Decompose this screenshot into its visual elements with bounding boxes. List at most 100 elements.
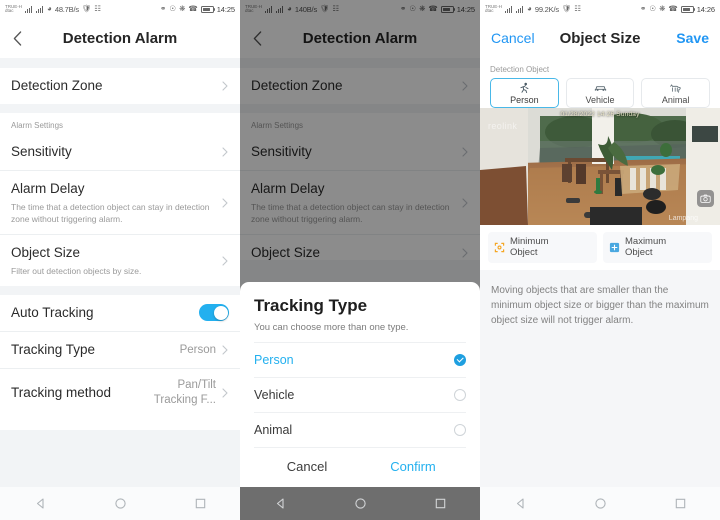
min-box-icon bbox=[494, 242, 505, 253]
object-size-note: Moving objects that are smaller than the… bbox=[480, 269, 720, 341]
spacer bbox=[0, 104, 240, 114]
camera-brand-logo: reolink bbox=[488, 121, 518, 131]
row-object-size[interactable]: Object Size Filter out detection objects… bbox=[0, 235, 240, 286]
radio-checked-icon[interactable] bbox=[454, 354, 466, 366]
row-title: Tracking Type bbox=[11, 342, 96, 358]
confirm-button[interactable]: Confirm bbox=[360, 459, 466, 474]
option-label: Person bbox=[254, 353, 294, 367]
recents-square-icon[interactable] bbox=[434, 497, 447, 510]
tracking-type-sheet: Tracking Type You can choose more than o… bbox=[240, 282, 480, 487]
max-box-icon bbox=[609, 242, 620, 253]
auto-tracking-toggle[interactable] bbox=[199, 304, 229, 322]
carrier-label: TRUE-H dtac bbox=[5, 3, 22, 13]
signal-alt-icon: ☷ bbox=[94, 4, 102, 14]
phone-icon: ☎ bbox=[668, 4, 678, 14]
status-bar: TRUE-H dtac ◕ 48.7B/s 🛡 ☷ ⚭ ☉ ❋ ☎ 14:25 bbox=[0, 0, 240, 18]
chevron-right-icon bbox=[220, 81, 229, 91]
row-sensitivity[interactable]: Sensitivity bbox=[0, 134, 240, 172]
row-alarm-delay[interactable]: Alarm Delay The time that a detection ob… bbox=[0, 171, 240, 236]
chevron-right-icon bbox=[220, 147, 229, 157]
recents-square-icon[interactable] bbox=[194, 497, 207, 510]
panel-tracking-type-sheet: TRUE-H dtac ◕ 140B/s 🛡 ☷ ⚭ ☉ ❋ ☎ 14:25 D… bbox=[240, 0, 480, 520]
carrier-label: TRUE-H dtac bbox=[485, 3, 502, 13]
object-size-body: Detection Object Person Vehicle Animal 0… bbox=[480, 58, 720, 487]
network-speed-label: 99.2K/s bbox=[534, 4, 559, 14]
home-circle-icon[interactable] bbox=[594, 497, 607, 510]
signal-alt-icon: ☷ bbox=[574, 4, 582, 14]
status-bar: TRUE-H dtac ◕ 99.2K/s 🛡 ☷ ⚭ ☉ ❋ ☎ 14:26 bbox=[480, 0, 720, 18]
row-value: Pan/Tilt Tracking F... bbox=[153, 379, 216, 406]
phone-icon: ☎ bbox=[188, 4, 198, 14]
row-subtitle: The time that a detection object can sta… bbox=[11, 201, 210, 224]
back-triangle-icon[interactable] bbox=[514, 497, 527, 510]
key-icon: ⚭ bbox=[640, 4, 647, 14]
camera-icon[interactable] bbox=[697, 190, 714, 207]
minimum-object-tab[interactable]: Minimum Object bbox=[488, 232, 597, 263]
option-person[interactable]: Person bbox=[254, 342, 466, 377]
maximum-object-tab[interactable]: Maximum Object bbox=[603, 232, 712, 263]
option-label: Animal bbox=[254, 423, 293, 437]
back-triangle-icon[interactable] bbox=[34, 497, 47, 510]
android-nav-bar bbox=[240, 487, 480, 520]
sheet-actions: Cancel Confirm bbox=[254, 447, 466, 487]
panel-detection-alarm: TRUE-H dtac ◕ 48.7B/s 🛡 ☷ ⚭ ☉ ❋ ☎ 14:25 bbox=[0, 0, 240, 520]
spacer bbox=[0, 58, 240, 68]
spacer bbox=[0, 430, 240, 487]
row-title: Detection Zone bbox=[11, 78, 103, 93]
dog-icon bbox=[669, 81, 682, 94]
size-tabs: Minimum Object Maximum Object bbox=[480, 225, 720, 270]
option-vehicle[interactable]: Vehicle bbox=[254, 377, 466, 412]
signal-bars-icon bbox=[25, 5, 33, 13]
row-title: Sensitivity bbox=[11, 144, 72, 160]
sheet-title: Tracking Type bbox=[254, 296, 368, 315]
radio-unchecked-icon[interactable] bbox=[454, 389, 466, 401]
signal-bars-icon bbox=[505, 5, 513, 13]
bluetooth-icon: ❋ bbox=[659, 4, 666, 14]
option-label: Vehicle bbox=[254, 388, 295, 402]
screenshot-strip: TRUE-H dtac ◕ 48.7B/s 🛡 ☷ ⚭ ☉ ❋ ☎ 14:25 bbox=[0, 0, 720, 520]
nav-header: Detection Alarm bbox=[0, 18, 240, 58]
object-card-vehicle[interactable]: Vehicle bbox=[565, 78, 635, 108]
row-tracking-type[interactable]: Tracking Type Person bbox=[0, 332, 240, 370]
object-card-person[interactable]: Person bbox=[490, 78, 559, 108]
chevron-right-icon bbox=[220, 198, 229, 208]
network-speed-label: 48.7B/s bbox=[54, 4, 79, 14]
option-animal[interactable]: Animal bbox=[254, 412, 466, 447]
chevron-left-icon bbox=[13, 30, 21, 46]
shield-icon: 🛡 bbox=[81, 4, 92, 14]
key-icon: ⚭ bbox=[160, 4, 167, 14]
row-tracking-method[interactable]: Tracking method Pan/Tilt Tracking F... bbox=[0, 369, 240, 416]
car-icon bbox=[594, 81, 607, 94]
row-title: Auto Tracking bbox=[11, 304, 94, 320]
chevron-right-icon bbox=[220, 388, 229, 398]
recents-square-icon[interactable] bbox=[674, 497, 687, 510]
object-card-animal[interactable]: Animal bbox=[641, 78, 711, 108]
home-circle-icon[interactable] bbox=[114, 497, 127, 510]
android-nav-bar bbox=[480, 487, 720, 520]
cancel-button[interactable]: Cancel bbox=[254, 459, 360, 474]
row-title: Object Size bbox=[11, 245, 81, 261]
signal-bars-icon-2 bbox=[516, 5, 524, 13]
row-detection-zone[interactable]: Detection Zone bbox=[0, 68, 240, 105]
chevron-right-icon bbox=[220, 255, 229, 266]
maximum-object-label: Maximum Object bbox=[625, 236, 667, 259]
clock-label: 14:25 bbox=[216, 4, 235, 14]
back-triangle-icon[interactable] bbox=[274, 497, 287, 510]
sheet-subtitle: You can choose more than one type. bbox=[254, 322, 409, 333]
row-subtitle: Filter out detection objects by size. bbox=[11, 265, 142, 276]
row-auto-tracking[interactable]: Auto Tracking bbox=[0, 294, 240, 333]
page-title: Detection Alarm bbox=[62, 29, 178, 47]
minimum-object-label: Minimum Object bbox=[510, 236, 549, 259]
object-card-label: Person bbox=[510, 95, 539, 105]
nav-header: Cancel Object Size Save bbox=[480, 18, 720, 58]
wifi-icon: ◕ bbox=[527, 4, 532, 13]
radio-unchecked-icon[interactable] bbox=[454, 424, 466, 436]
back-button[interactable] bbox=[0, 30, 34, 46]
save-button[interactable]: Save bbox=[676, 30, 709, 46]
cancel-button[interactable]: Cancel bbox=[491, 30, 535, 46]
bluetooth-icon: ❋ bbox=[179, 4, 186, 14]
shield-icon: 🛡 bbox=[561, 4, 572, 14]
home-circle-icon[interactable] bbox=[354, 497, 367, 510]
camera-preview[interactable]: 01/28/2022 14:26 Sunday reolink Lampang bbox=[480, 108, 720, 225]
battery-icon bbox=[680, 5, 696, 13]
